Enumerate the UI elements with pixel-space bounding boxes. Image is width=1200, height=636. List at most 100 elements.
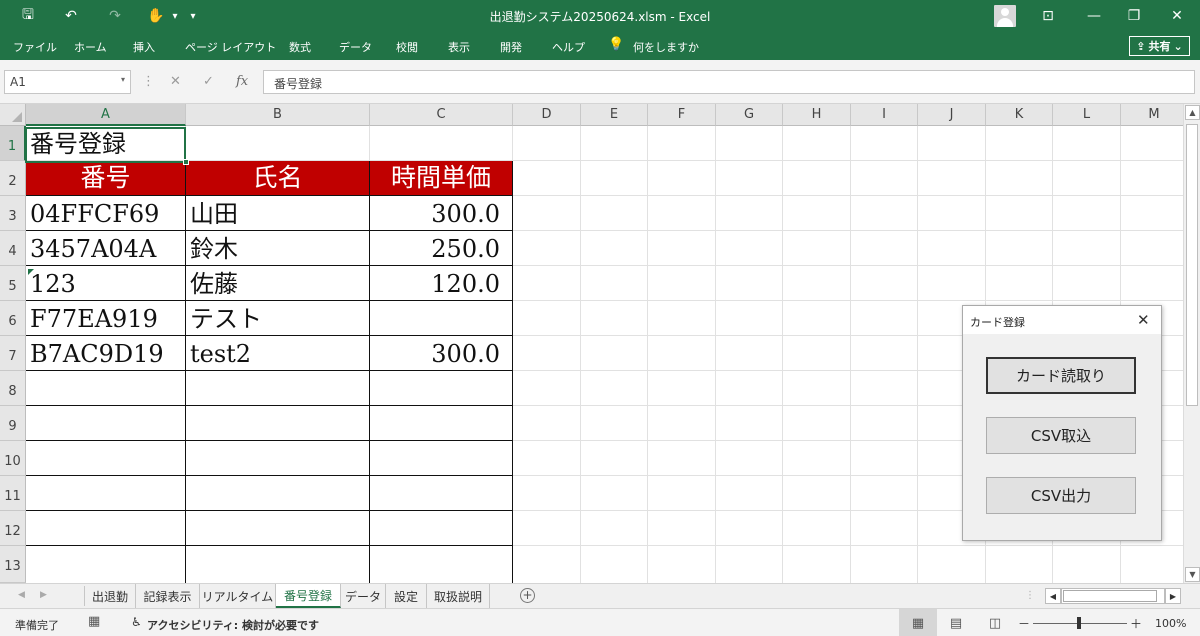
row-header-13[interactable]: 13 [0, 546, 26, 583]
sheet-tab-attendance[interactable]: 出退勤 [85, 584, 136, 608]
csv-import-button[interactable]: CSV取込 [986, 417, 1136, 454]
tab-formulas[interactable]: 数式 [289, 39, 311, 55]
fill-handle[interactable] [183, 159, 189, 165]
share-button[interactable]: ⇪ 共有 ⌄ [1129, 36, 1190, 56]
formula-input[interactable]: 番号登録 [263, 70, 1195, 94]
select-all-button[interactable] [0, 104, 26, 126]
page-layout-view-icon[interactable]: ▤ [937, 609, 975, 636]
row-header-11[interactable]: 11 [0, 476, 26, 511]
column-header-j[interactable]: J [918, 104, 986, 126]
zoom-slider-thumb[interactable] [1077, 617, 1081, 629]
vertical-scroll-thumb[interactable] [1186, 124, 1198, 406]
accessibility-icon[interactable]: ♿ [131, 615, 142, 629]
sheet-tab-manual[interactable]: 取扱説明 [427, 584, 490, 608]
column-header-e[interactable]: E [581, 104, 648, 126]
tab-developer[interactable]: 開発 [500, 39, 522, 55]
normal-view-icon[interactable]: ▦ [899, 609, 937, 636]
page-break-view-icon[interactable]: ◫ [976, 609, 1014, 636]
column-header-i[interactable]: I [851, 104, 918, 126]
column-header-g[interactable]: G [716, 104, 783, 126]
scroll-left-icon[interactable]: ◀ [1045, 588, 1061, 604]
header-cell-rate[interactable]: 時間単価 [370, 161, 513, 196]
cell-id[interactable]: 3457A04A [26, 232, 185, 266]
tab-view[interactable]: 表示 [448, 39, 470, 55]
enter-icon[interactable]: ✓ [203, 74, 214, 89]
cell-id[interactable]: F77EA919 [26, 302, 185, 336]
column-header-l[interactable]: L [1053, 104, 1121, 126]
lightbulb-icon[interactable]: 💡 [608, 37, 624, 52]
ribbon-display-options-icon[interactable]: ⊡ [1025, 0, 1071, 32]
sheet-prev-icon[interactable]: ◀ [18, 590, 25, 600]
tell-me-search[interactable]: 何をしますか [633, 39, 699, 55]
column-header-f[interactable]: F [648, 104, 716, 126]
cell-rate[interactable]: 300.0 [370, 197, 512, 231]
cell-id[interactable]: 04FFCF69 [26, 197, 185, 231]
row-header-7[interactable]: 7 [0, 336, 26, 371]
sheet-next-icon[interactable]: ▶ [40, 590, 47, 600]
zoom-out-icon[interactable]: － [1018, 615, 1030, 632]
row-header-4[interactable]: 4 [0, 231, 26, 266]
row-header-9[interactable]: 9 [0, 406, 26, 441]
name-box[interactable]: A1 ▾ [4, 70, 131, 94]
header-cell-id[interactable]: 番号 [26, 161, 186, 196]
tab-help[interactable]: ヘルプ [552, 39, 585, 55]
sheet-tab-realtime[interactable]: リアルタイム [200, 584, 276, 608]
scroll-right-icon[interactable]: ▶ [1165, 588, 1181, 604]
restore-button[interactable]: ❐ [1111, 0, 1157, 32]
insert-function-icon[interactable]: fx [236, 74, 248, 89]
cell-id[interactable]: 123 [26, 267, 185, 301]
column-header-a[interactable]: A [26, 104, 186, 126]
cell-rate[interactable]: 250.0 [370, 232, 512, 266]
error-indicator-icon[interactable] [28, 269, 34, 275]
zoom-level[interactable]: 100% [1155, 617, 1186, 630]
row-header-2[interactable]: 2 [0, 161, 26, 196]
sheet-tab-settings[interactable]: 設定 [386, 584, 427, 608]
dialog-titlebar[interactable]: カード登録 ✕ [963, 306, 1161, 334]
row-header-12[interactable]: 12 [0, 511, 26, 546]
read-card-button[interactable]: カード読取り [986, 357, 1136, 394]
row-header-8[interactable]: 8 [0, 371, 26, 406]
cancel-icon[interactable]: ✕ [170, 74, 181, 89]
macro-record-icon[interactable]: ▦ [88, 614, 100, 629]
cell-name[interactable]: テスト [186, 302, 369, 336]
column-header-k[interactable]: K [986, 104, 1053, 126]
zoom-in-icon[interactable]: ＋ [1130, 615, 1142, 632]
row-header-5[interactable]: 5 [0, 266, 26, 301]
csv-export-button[interactable]: CSV出力 [986, 477, 1136, 514]
tab-review[interactable]: 校閲 [396, 39, 418, 55]
account-avatar[interactable] [994, 5, 1016, 27]
cell-name[interactable]: test2 [186, 337, 369, 371]
cell-a1-title[interactable]: 番号登録 [26, 127, 185, 161]
sheet-tab-number-registration[interactable]: 番号登録 [276, 584, 341, 608]
vertical-scrollbar[interactable]: ▲ ▼ [1183, 104, 1200, 583]
tab-insert[interactable]: 挿入 [133, 39, 155, 55]
cell-rate[interactable] [370, 302, 512, 336]
row-header-1[interactable]: 1 [0, 126, 26, 161]
header-cell-name[interactable]: 氏名 [186, 161, 370, 196]
tab-page-layout[interactable]: ページ レイアウト [185, 39, 276, 55]
cell-id[interactable]: B7AC9D19 [26, 337, 185, 371]
row-header-6[interactable]: 6 [0, 301, 26, 336]
column-header-c[interactable]: C [370, 104, 513, 126]
column-header-h[interactable]: H [783, 104, 851, 126]
tab-split-handle-icon[interactable]: ⋮ [1025, 590, 1035, 601]
tab-home[interactable]: ホーム [74, 39, 107, 55]
accessibility-status[interactable]: アクセシビリティ: 検討が必要です [147, 617, 319, 633]
add-sheet-icon[interactable]: + [520, 588, 535, 603]
column-header-m[interactable]: M [1121, 104, 1183, 126]
tab-data[interactable]: データ [339, 39, 372, 55]
cell-rate[interactable]: 300.0 [370, 337, 512, 371]
row-header-10[interactable]: 10 [0, 441, 26, 476]
horizontal-scrollbar[interactable] [1061, 588, 1165, 604]
tab-file[interactable]: ファイル [13, 39, 57, 55]
cell-name[interactable]: 佐藤 [186, 267, 369, 301]
horizontal-scroll-thumb[interactable] [1063, 590, 1157, 602]
close-button[interactable]: ✕ [1154, 0, 1200, 32]
cell-name[interactable]: 山田 [186, 197, 369, 231]
dialog-close-icon[interactable]: ✕ [1137, 311, 1150, 329]
cell-rate[interactable]: 120.0 [370, 267, 512, 301]
sheet-tab-records[interactable]: 記録表示 [136, 584, 200, 608]
scroll-down-icon[interactable]: ▼ [1185, 567, 1200, 582]
scroll-up-icon[interactable]: ▲ [1185, 105, 1200, 120]
sheet-tab-data[interactable]: データ [341, 584, 386, 608]
